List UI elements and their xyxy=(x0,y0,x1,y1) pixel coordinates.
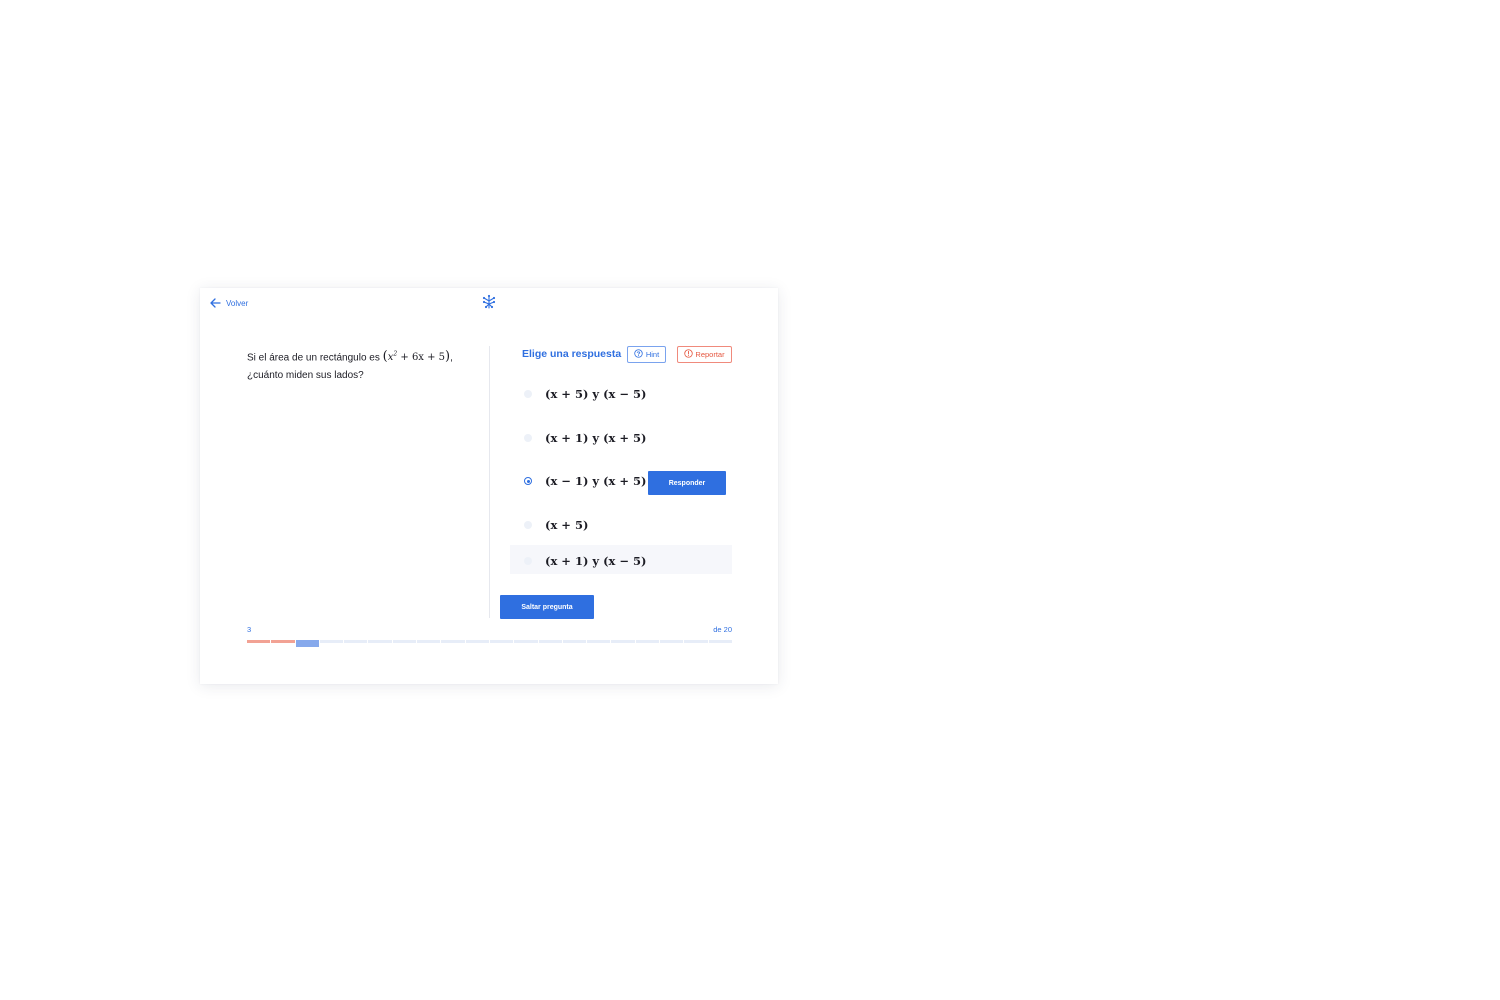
progress-segment xyxy=(562,640,587,643)
answer-option[interactable]: (x + 1) y (x + 5) xyxy=(510,425,732,451)
progress-current: 3 xyxy=(247,625,252,634)
radio-button[interactable] xyxy=(524,520,532,529)
progress-segment xyxy=(538,640,562,643)
progress-segment xyxy=(587,640,611,643)
back-button[interactable]: Volver xyxy=(210,296,248,310)
radio-button[interactable] xyxy=(524,433,532,442)
question-line-1: Si el área de un rectángulo es (x2 + 6x … xyxy=(247,349,453,365)
progress-bar xyxy=(247,640,732,647)
question-circle-icon xyxy=(634,349,643,360)
question-line-2: ¿cuánto miden sus lados? xyxy=(247,370,364,382)
progress-segment xyxy=(660,640,684,643)
answer-option[interactable]: (x + 1) y (x − 5) xyxy=(510,545,732,574)
report-label: Reportar xyxy=(695,350,725,359)
question-math: (x2 + 6x + 5) xyxy=(382,349,451,365)
answer-option-label: (x + 1) y (x − 5) xyxy=(545,554,647,568)
progress-segment xyxy=(441,640,465,643)
alert-circle-icon xyxy=(684,349,694,360)
progress-segment xyxy=(465,640,489,643)
skip-question-button[interactable]: Saltar pregunta xyxy=(500,595,594,619)
report-button[interactable]: Reportar xyxy=(677,346,732,363)
progress-segment-current xyxy=(295,640,319,647)
progress-segment xyxy=(635,640,660,643)
answers-title: Elige una respuesta xyxy=(522,348,622,360)
radio-button[interactable] xyxy=(524,557,532,565)
quiz-card: Volver Si el área de un rectángulo es (x… xyxy=(200,288,778,684)
progress-segment-wrong xyxy=(271,640,295,643)
progress-segment xyxy=(319,640,344,643)
column-divider xyxy=(489,346,490,618)
progress-segment xyxy=(514,640,538,643)
progress-segment-wrong xyxy=(247,640,271,643)
progress-segment xyxy=(489,640,514,643)
brand-logo-icon xyxy=(481,294,497,310)
answer-option-label: (x + 5) y (x − 5) xyxy=(545,387,647,401)
radio-button[interactable] xyxy=(524,390,532,398)
answer-option-label: (x + 5) xyxy=(545,517,589,532)
progress-segment xyxy=(684,640,708,643)
answer-option-label: (x + 1) y (x + 5) xyxy=(545,430,647,445)
question-text: Si el área de un rectángulo es (x2 + 6x … xyxy=(247,346,477,385)
progress-segment xyxy=(392,640,417,643)
respond-button[interactable]: Responder xyxy=(648,471,726,495)
progress-segment xyxy=(417,640,441,643)
progress-segment xyxy=(344,640,368,643)
radio-button-selected[interactable] xyxy=(524,477,532,485)
answer-option[interactable]: (x + 5) xyxy=(510,512,732,538)
answer-option[interactable]: (x + 5) y (x − 5) xyxy=(510,381,732,407)
progress-total: de 20 xyxy=(713,625,732,634)
progress-segment xyxy=(611,640,635,643)
progress-segment xyxy=(708,640,732,643)
hint-button[interactable]: Hint xyxy=(627,346,666,363)
hint-label: Hint xyxy=(645,350,660,359)
progress-segment xyxy=(368,640,392,643)
answer-option-label: (x − 1) y (x + 5) xyxy=(545,474,647,488)
arrow-left-icon xyxy=(210,298,221,308)
back-label: Volver xyxy=(226,298,249,308)
